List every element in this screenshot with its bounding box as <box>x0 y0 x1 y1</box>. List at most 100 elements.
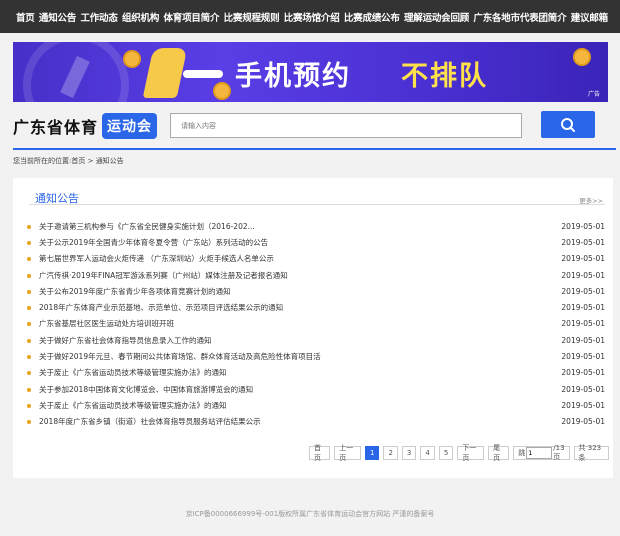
notice-title[interactable]: 广汽传祺·2019年FINA冠军游泳系列赛（广州站）媒体注册及记者报名通知 <box>27 270 561 281</box>
list-item[interactable]: 关于废止《广东省运动员技术等级管理实施办法》的通知 2019-05-01 <box>27 397 605 413</box>
notice-date: 2019-05-01 <box>561 254 605 264</box>
list-item[interactable]: 关于邀请第三机构参与《广东省全民健身实施计划（2016-202... 2019-0… <box>27 218 605 234</box>
notice-date: 2019-05-01 <box>561 221 605 231</box>
pagination: 首页 上一页 1 2 3 4 5 下一页 尾页 跳 /13页 共 323 条 <box>309 444 613 462</box>
nav-item[interactable]: 建议邮箱 <box>571 10 608 24</box>
notice-title[interactable]: 第七届世界军人运动会火炬传递 （广东深圳站）火炬手候选人名单公示 <box>27 253 561 264</box>
page-number-3[interactable]: 3 <box>401 446 417 460</box>
notice-title-text: 关于做好2019年元旦、春节期间公共体育场馆、群众体育活动及高危险性体育项目活 <box>39 352 321 362</box>
site-logo[interactable]: 广东省体育 运动会 <box>13 113 158 139</box>
notice-date: 2019-05-01 <box>561 335 605 345</box>
bullet-dot-icon <box>27 355 31 360</box>
bullet-dot-icon <box>27 224 31 229</box>
bullet-dot-icon <box>27 387 31 392</box>
page-number-2[interactable]: 2 <box>383 446 398 460</box>
nav-item[interactable]: 比赛场馆介绍 <box>284 10 340 24</box>
notice-title-text: 关于邀请第三机构参与《广东省全民健身实施计划（2016-202... <box>39 221 255 231</box>
notice-date: 2019-05-01 <box>561 270 605 280</box>
nav-item[interactable]: 工作动态 <box>80 10 117 24</box>
bullet-dot-icon <box>27 338 31 343</box>
top-nav: 首页 通知公告 工作动态 组织机构 体育项目简介 比赛规程规则 比赛场馆介绍 比赛成绩公布 理解… <box>0 0 620 33</box>
breadcrumb-current[interactable]: 通知公告 <box>96 157 124 165</box>
page-next-button[interactable]: 下一页 <box>457 444 485 462</box>
bullet-dot-icon <box>27 306 31 311</box>
nav-item[interactable]: 体育项目简介 <box>163 10 219 24</box>
search-button[interactable] <box>541 111 595 138</box>
page-jump-prefix: 跳 <box>518 449 526 457</box>
banner-text-yellow: 不排队 <box>401 61 488 92</box>
notice-date: 2019-05-01 <box>561 352 605 362</box>
bullet-dot-icon <box>27 257 31 262</box>
page-number-4[interactable]: 4 <box>420 446 435 460</box>
nav-item[interactable]: 首页 <box>16 10 35 24</box>
notice-date: 2019-05-01 <box>561 286 605 296</box>
notice-title-text: 关于做好广东省社会体育指导员信息录入工作的通知 <box>39 335 212 345</box>
header-divider <box>13 148 616 150</box>
notice-title-text: 关于公布2019年度广东省青少年各项体育竞赛计划的通知 <box>39 286 231 296</box>
notice-title[interactable]: 关于做好2019年元旦、春节期间公共体育场馆、群众体育活动及高危险性体育项目活 <box>27 351 561 362</box>
coin-icon <box>213 82 231 100</box>
logo-text-main: 广东省体育 <box>13 118 99 137</box>
banner-phone-illustration <box>183 70 223 78</box>
list-item[interactable]: 2018年度广东省乡镇（街道）社会体育指导员服务站评估结果公示 2019-05-0… <box>27 414 605 430</box>
page-last-button[interactable]: 尾页 <box>488 444 510 462</box>
bullet-dot-icon <box>27 273 31 278</box>
logo-text-badge: 运动会 <box>102 113 158 139</box>
list-item[interactable]: 关于参加2018中国体育文化博览会、中国体育旅游博览会的通知 2019-05-01 <box>27 381 605 397</box>
list-item[interactable]: 2018年广东体育产业示范基地、示范单位、示范项目评选结果公示的通知 2019-0… <box>27 299 605 315</box>
nav-item[interactable]: 比赛规程规则 <box>224 10 280 24</box>
notice-title-text: 第七届世界军人运动会火炬传递 （广东深圳站）火炬手候选人名单公示 <box>39 254 274 264</box>
bullet-dot-icon <box>27 240 31 245</box>
page-first-button[interactable]: 首页 <box>309 444 331 462</box>
notice-date: 2019-05-01 <box>561 319 605 329</box>
notice-date: 2019-05-01 <box>561 368 605 378</box>
notice-title[interactable]: 关于废止《广东省运动员技术等级管理实施办法》的通知 <box>27 400 561 411</box>
page-jump-suffix: /13页 <box>553 444 565 461</box>
breadcrumb-prefix: 您当前所在的位置: <box>13 157 72 165</box>
bullet-dot-icon <box>27 403 31 408</box>
nav-item[interactable]: 理解运动会回顾 <box>404 10 469 24</box>
bullet-dot-icon <box>27 289 31 294</box>
nav-item[interactable]: 组织机构 <box>122 10 159 24</box>
notice-title[interactable]: 关于做好广东省社会体育指导员信息录入工作的通知 <box>27 335 561 346</box>
list-item[interactable]: 关于公示2019年全国青少年体育冬夏令营（广东站）系列活动的公告 2019-05-… <box>27 234 605 250</box>
ad-banner[interactable]: 手机预约 不排队 广告 <box>13 42 608 102</box>
bullet-dot-icon <box>27 322 31 327</box>
search-input[interactable] <box>170 113 522 138</box>
notice-title[interactable]: 关于公布2019年度广东省青少年各项体育竞赛计划的通知 <box>27 286 561 297</box>
page-jump-input[interactable] <box>526 447 553 459</box>
notice-title[interactable]: 广东省基层社区医生运动处方培训班开班 <box>27 318 561 329</box>
page-prev-button[interactable]: 上一页 <box>334 444 361 462</box>
notice-title-text: 2018年度广东省乡镇（街道）社会体育指导员服务站评估结果公示 <box>39 417 261 427</box>
notice-date: 2019-05-01 <box>561 237 605 247</box>
notice-title[interactable]: 关于邀请第三机构参与《广东省全民健身实施计划（2016-202... <box>27 221 561 232</box>
notice-title[interactable]: 关于参加2018中国体育文化博览会、中国体育旅游博览会的通知 <box>27 384 561 395</box>
list-item[interactable]: 广东省基层社区医生运动处方培训班开班 2019-05-01 <box>27 316 605 332</box>
notice-list: 关于邀请第三机构参与《广东省全民健身实施计划（2016-202... 2019-0… <box>27 218 605 430</box>
page-jump: 跳 /13页 <box>513 444 570 461</box>
list-item[interactable]: 关于做好广东省社会体育指导员信息录入工作的通知 2019-05-01 <box>27 332 605 348</box>
banner-figure-illustration <box>142 48 188 98</box>
notice-title[interactable]: 2018年度广东省乡镇（街道）社会体育指导员服务站评估结果公示 <box>27 416 561 427</box>
list-item[interactable]: 第七届世界军人运动会火炬传递 （广东深圳站）火炬手候选人名单公示 2019-05-… <box>27 251 605 267</box>
list-item[interactable]: 关于废止《广东省运动员技术等级管理实施办法》的通知 2019-05-01 <box>27 365 605 381</box>
list-item[interactable]: 关于做好2019年元旦、春节期间公共体育场馆、群众体育活动及高危险性体育项目活 2… <box>27 348 605 364</box>
footer-copyright: 京ICP备0000666999号-001版权所属广东省体育运动会官方网站 严谨的… <box>185 510 435 518</box>
notice-title[interactable]: 关于公示2019年全国青少年体育冬夏令营（广东站）系列活动的公告 <box>27 237 561 248</box>
notice-date: 2019-05-01 <box>561 303 605 313</box>
breadcrumb: 您当前所在的位置:首页 > 通知公告 <box>13 156 124 166</box>
page-number-1[interactable]: 1 <box>364 446 380 460</box>
banner-text-white: 手机预约 <box>235 61 351 92</box>
nav-item[interactable]: 比赛成绩公布 <box>344 10 400 24</box>
list-item[interactable]: 关于公布2019年度广东省青少年各项体育竞赛计划的通知 2019-05-01 <box>27 283 605 299</box>
notice-title[interactable]: 关于废止《广东省运动员技术等级管理实施办法》的通知 <box>27 367 561 378</box>
bullet-dot-icon <box>27 420 31 425</box>
breadcrumb-home[interactable]: 首页 <box>71 157 85 165</box>
nav-item[interactable]: 通知公告 <box>39 10 76 24</box>
notice-title-text: 关于公示2019年全国青少年体育冬夏令营（广东站）系列活动的公告 <box>39 237 269 247</box>
notice-title-text: 2018年广东体育产业示范基地、示范单位、示范项目评选结果公示的通知 <box>39 303 284 313</box>
nav-item[interactable]: 广东各地市代表团简介 <box>473 10 566 24</box>
page-number-5[interactable]: 5 <box>438 446 454 460</box>
notice-title[interactable]: 2018年广东体育产业示范基地、示范单位、示范项目评选结果公示的通知 <box>27 302 561 313</box>
list-item[interactable]: 广汽传祺·2019年FINA冠军游泳系列赛（广州站）媒体注册及记者报名通知 201… <box>27 267 605 283</box>
